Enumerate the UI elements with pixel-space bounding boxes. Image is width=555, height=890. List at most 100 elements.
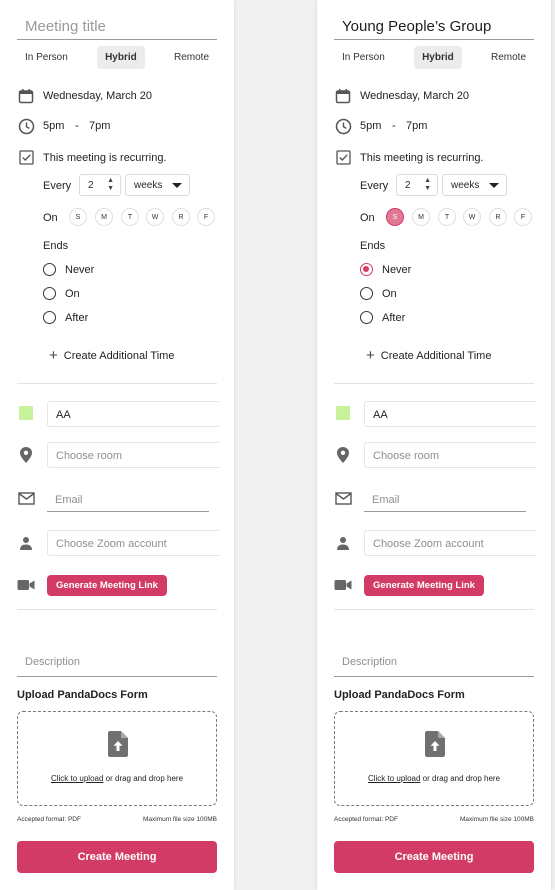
day-monday[interactable]: M [95, 208, 113, 226]
create-additional-time-button[interactable]: + Create Additional Time [366, 346, 492, 364]
day-friday[interactable]: F [197, 208, 215, 226]
file-dropzone[interactable]: Click to upload or drag and drop here [17, 711, 217, 806]
video-camera-icon [17, 576, 35, 594]
interval-unit-value: weeks [451, 180, 480, 191]
interval-value: 2 [88, 180, 94, 191]
plus-icon: + [49, 347, 58, 364]
ends-label: Ends [43, 240, 69, 252]
email-field[interactable]: Email [47, 490, 209, 512]
ends-on-radio[interactable] [43, 287, 56, 300]
time-start[interactable]: 5pm [43, 120, 64, 132]
create-meeting-button[interactable]: Create Meeting [334, 841, 534, 873]
description-field[interactable]: Description [334, 650, 534, 677]
create-additional-time-button[interactable]: + Create Additional Time [49, 346, 175, 364]
zoom-placeholder: Choose Zoom account [373, 538, 484, 550]
day-monday[interactable]: M [412, 208, 430, 226]
meeting-date[interactable]: Wednesday, March 20 [43, 90, 152, 102]
day-tuesday[interactable]: T [438, 208, 456, 226]
meeting-form-empty: Meeting title In Person Hybrid Remote We… [0, 0, 234, 890]
mode-in-person[interactable]: In Person [17, 46, 76, 69]
day-friday[interactable]: F [514, 208, 532, 226]
mode-remote[interactable]: Remote [166, 46, 217, 69]
interval-unit-select[interactable]: weeks [125, 174, 190, 196]
every-label: Every [43, 180, 72, 192]
day-wednesday[interactable]: W [463, 208, 481, 226]
caret-down-icon [172, 183, 182, 188]
create-additional-time-label: Create Additional Time [380, 350, 492, 362]
recurring-label: This meeting is recurring. [360, 152, 484, 164]
room-select[interactable]: Choose room [47, 442, 219, 468]
zoom-account-select[interactable]: Choose Zoom account [47, 530, 219, 556]
divider [334, 609, 534, 610]
ends-never-label: Never [382, 264, 412, 276]
checkbox-checked-icon[interactable] [334, 148, 352, 166]
ends-never-radio[interactable] [43, 263, 56, 276]
time-separator: - [75, 120, 79, 132]
divider [17, 609, 217, 610]
meeting-date[interactable]: Wednesday, March 20 [360, 90, 469, 102]
accepted-format-note: Accepted format: PDF [334, 816, 398, 823]
interval-stepper[interactable]: 2 ▲ ▼ [396, 174, 438, 196]
create-meeting-button[interactable]: Create Meeting [17, 841, 217, 873]
attendance-mode-tabs: In Person Hybrid Remote [334, 45, 534, 69]
click-to-upload-link[interactable]: Click to upload [51, 774, 103, 783]
time-start[interactable]: 5pm [360, 120, 381, 132]
email-placeholder: Email [55, 494, 83, 506]
upload-section-title: Upload PandaDocs Form [334, 689, 465, 701]
checkbox-checked-icon[interactable] [17, 148, 35, 166]
file-upload-icon [108, 731, 128, 762]
mode-hybrid[interactable]: Hybrid [97, 45, 145, 69]
file-dropzone[interactable]: Click to upload or drag and drop here [334, 711, 534, 806]
ends-after-radio[interactable] [43, 311, 56, 324]
meeting-title-text[interactable]: Young People’s Group [342, 18, 491, 35]
create-additional-time-label: Create Additional Time [63, 350, 175, 362]
room-placeholder: Choose room [56, 450, 123, 462]
mode-hybrid[interactable]: Hybrid [414, 45, 462, 69]
meeting-title-field[interactable]: Meeting title [17, 14, 217, 40]
plus-icon: + [366, 347, 375, 364]
meeting-title-text[interactable]: Meeting title [25, 18, 106, 35]
ends-never-radio[interactable] [360, 263, 373, 276]
generate-meeting-link-button[interactable]: Generate Meeting Link [47, 575, 167, 596]
day-sunday[interactable]: S [69, 208, 87, 226]
location-pin-icon [334, 446, 352, 464]
zoom-account-select[interactable]: Choose Zoom account [364, 530, 536, 556]
mode-remote[interactable]: Remote [483, 46, 534, 69]
stepper-arrows-icon[interactable]: ▲ ▼ [107, 177, 114, 193]
color-swatch[interactable] [336, 406, 350, 420]
interval-unit-select[interactable]: weeks [442, 174, 507, 196]
interval-stepper[interactable]: 2 ▲ ▼ [79, 174, 121, 196]
day-sunday[interactable]: S [386, 208, 404, 226]
upload-hint: Click to upload or drag and drop here [18, 774, 216, 783]
interval-unit-value: weeks [134, 180, 163, 191]
ends-after-radio[interactable] [360, 311, 373, 324]
ends-on-radio[interactable] [360, 287, 373, 300]
color-code-field[interactable]: AA [364, 401, 536, 427]
video-camera-icon [334, 576, 352, 594]
day-tuesday[interactable]: T [121, 208, 139, 226]
day-thursday[interactable]: R [172, 208, 190, 226]
divider [334, 383, 534, 384]
color-code-field[interactable]: AA [47, 401, 219, 427]
description-field[interactable]: Description [17, 650, 217, 677]
description-placeholder: Description [25, 656, 81, 668]
day-wednesday[interactable]: W [146, 208, 164, 226]
clock-icon [334, 117, 352, 135]
time-end[interactable]: 7pm [406, 120, 427, 132]
room-select[interactable]: Choose room [364, 442, 536, 468]
mode-in-person[interactable]: In Person [334, 46, 393, 69]
time-end[interactable]: 7pm [89, 120, 110, 132]
stepper-arrows-icon[interactable]: ▲ ▼ [424, 177, 431, 193]
color-swatch[interactable] [19, 406, 33, 420]
color-code-value: AA [56, 409, 71, 421]
day-thursday[interactable]: R [489, 208, 507, 226]
on-label: On [360, 212, 375, 224]
room-placeholder: Choose room [373, 450, 440, 462]
mail-icon [17, 489, 35, 507]
meeting-title-field[interactable]: Young People’s Group [334, 14, 534, 40]
click-to-upload-link[interactable]: Click to upload [368, 774, 420, 783]
generate-meeting-link-button[interactable]: Generate Meeting Link [364, 575, 484, 596]
description-placeholder: Description [342, 656, 398, 668]
meeting-form-filled: Young People’s Group In Person Hybrid Re… [317, 0, 551, 890]
email-field[interactable]: Email [364, 490, 526, 512]
